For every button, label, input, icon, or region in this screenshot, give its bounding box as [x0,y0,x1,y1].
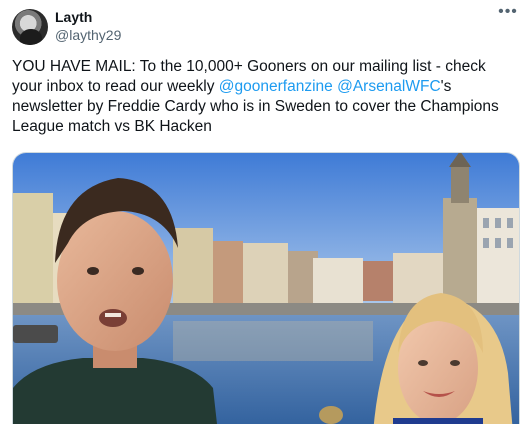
tweet-text: YOU HAVE MAIL: To the 10,000+ Gooners on… [12,57,520,137]
tweet-header: Layth @laythy29 ••• [12,4,520,46]
author-name[interactable]: Layth [55,9,92,25]
photo-scene [13,153,519,424]
tweet-photo[interactable] [12,152,520,424]
more-options-icon[interactable]: ••• [496,4,520,26]
boat [13,325,58,343]
author-handle[interactable]: @laythy29 [55,27,121,43]
mention-link[interactable]: @goonerfanzine [219,78,333,95]
mention-link[interactable]: @ArsenalWFC [337,78,441,95]
avatar[interactable] [12,9,48,45]
bollard [319,406,343,424]
